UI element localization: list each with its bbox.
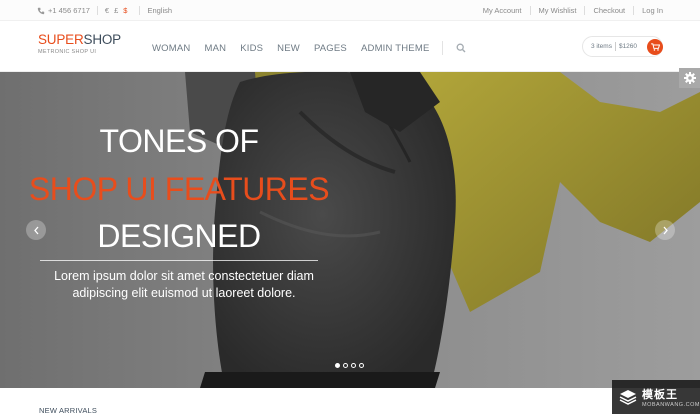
- currency-pound[interactable]: £: [114, 6, 118, 15]
- currency-dollar[interactable]: $: [123, 6, 127, 15]
- checkout-link[interactable]: Checkout: [593, 6, 625, 15]
- new-arrivals-heading: NEW ARRIVALS: [39, 406, 98, 414]
- watermark-title: 模板王: [642, 389, 678, 401]
- nav-pages[interactable]: PAGES: [314, 43, 347, 54]
- nav-man[interactable]: MAN: [204, 43, 226, 54]
- top-bar-left: +1 456 6717 € £ $ English: [37, 6, 172, 15]
- nav-woman[interactable]: WOMAN: [152, 43, 190, 54]
- hero-subtitle-line2: adipiscing elit euismod ut laoreet dolor…: [72, 286, 296, 300]
- main-nav: WOMAN MAN KIDS NEW PAGES ADMIN THEME: [152, 41, 466, 55]
- hero-subtitle-line1: Lorem ipsum dolor sit amet constectetuer…: [54, 269, 314, 283]
- currency-euro[interactable]: €: [105, 6, 109, 15]
- watermark: 模板王 MOBANWANG.COM: [612, 380, 700, 414]
- divider: [614, 42, 616, 51]
- phone-number: +1 456 6717: [48, 6, 90, 15]
- hero-title-line2: SHOP UI FEATURES: [28, 171, 330, 207]
- hero-slider: TONES OF SHOP UI FEATURES DESIGNED Lorem…: [0, 72, 700, 388]
- watermark-url: MOBANWANG.COM: [642, 402, 700, 408]
- chevron-right-icon: [663, 226, 668, 234]
- content-area: NEW ARRIVALS: [0, 388, 700, 414]
- phone-icon: [37, 7, 45, 14]
- site-header: SUPERSHOP METRONIC SHOP UI WOMAN MAN KID…: [0, 21, 700, 72]
- my-wishlist-link[interactable]: My Wishlist: [539, 6, 577, 15]
- top-bar-links: My Account My Wishlist Checkout Log In: [483, 6, 663, 15]
- settings-toggle-button[interactable]: [679, 68, 700, 88]
- slider-dot-4[interactable]: [359, 363, 364, 368]
- divider: [584, 6, 586, 15]
- slider-dot-3[interactable]: [351, 363, 356, 368]
- login-link[interactable]: Log In: [642, 6, 663, 15]
- slider-dot-1[interactable]: [335, 363, 340, 368]
- shopping-cart-icon: [650, 43, 660, 51]
- my-account-link[interactable]: My Account: [483, 6, 522, 15]
- logo-super: SUPER: [38, 32, 84, 47]
- nav-admin-theme[interactable]: ADMIN THEME: [361, 43, 430, 54]
- cart-items-count: 3 items: [591, 43, 612, 50]
- divider: [96, 6, 98, 15]
- cart-badge: [647, 39, 663, 55]
- hero-title-line3: DESIGNED: [97, 218, 261, 254]
- nav-kids[interactable]: KIDS: [240, 43, 263, 54]
- hero-divider: [40, 260, 318, 261]
- search-icon[interactable]: [456, 43, 466, 53]
- divider: [441, 41, 443, 55]
- slider-dot-2[interactable]: [343, 363, 348, 368]
- cart-button[interactable]: 3 items $1260: [582, 36, 663, 57]
- gear-icon: [683, 72, 696, 84]
- logo-shop: SHOP: [83, 32, 122, 47]
- logo-tagline: METRONIC SHOP UI: [38, 49, 97, 55]
- divider: [633, 6, 635, 15]
- divider: [529, 6, 531, 15]
- language-selector[interactable]: English: [147, 6, 172, 15]
- hero-subtitle: Lorem ipsum dolor sit amet constectetuer…: [39, 268, 329, 302]
- slider-pagination: [335, 363, 367, 368]
- nav-new[interactable]: NEW: [277, 43, 300, 54]
- cart-total: $1260: [618, 43, 638, 50]
- watermark-logo: [619, 390, 637, 405]
- divider: [139, 6, 141, 15]
- top-bar: +1 456 6717 € £ $ English My Account My …: [0, 0, 700, 21]
- hero-title-line1: TONES OF: [99, 123, 259, 159]
- site-logo[interactable]: SUPERSHOP METRONIC SHOP UI: [38, 32, 122, 56]
- slider-next-button[interactable]: [655, 220, 675, 240]
